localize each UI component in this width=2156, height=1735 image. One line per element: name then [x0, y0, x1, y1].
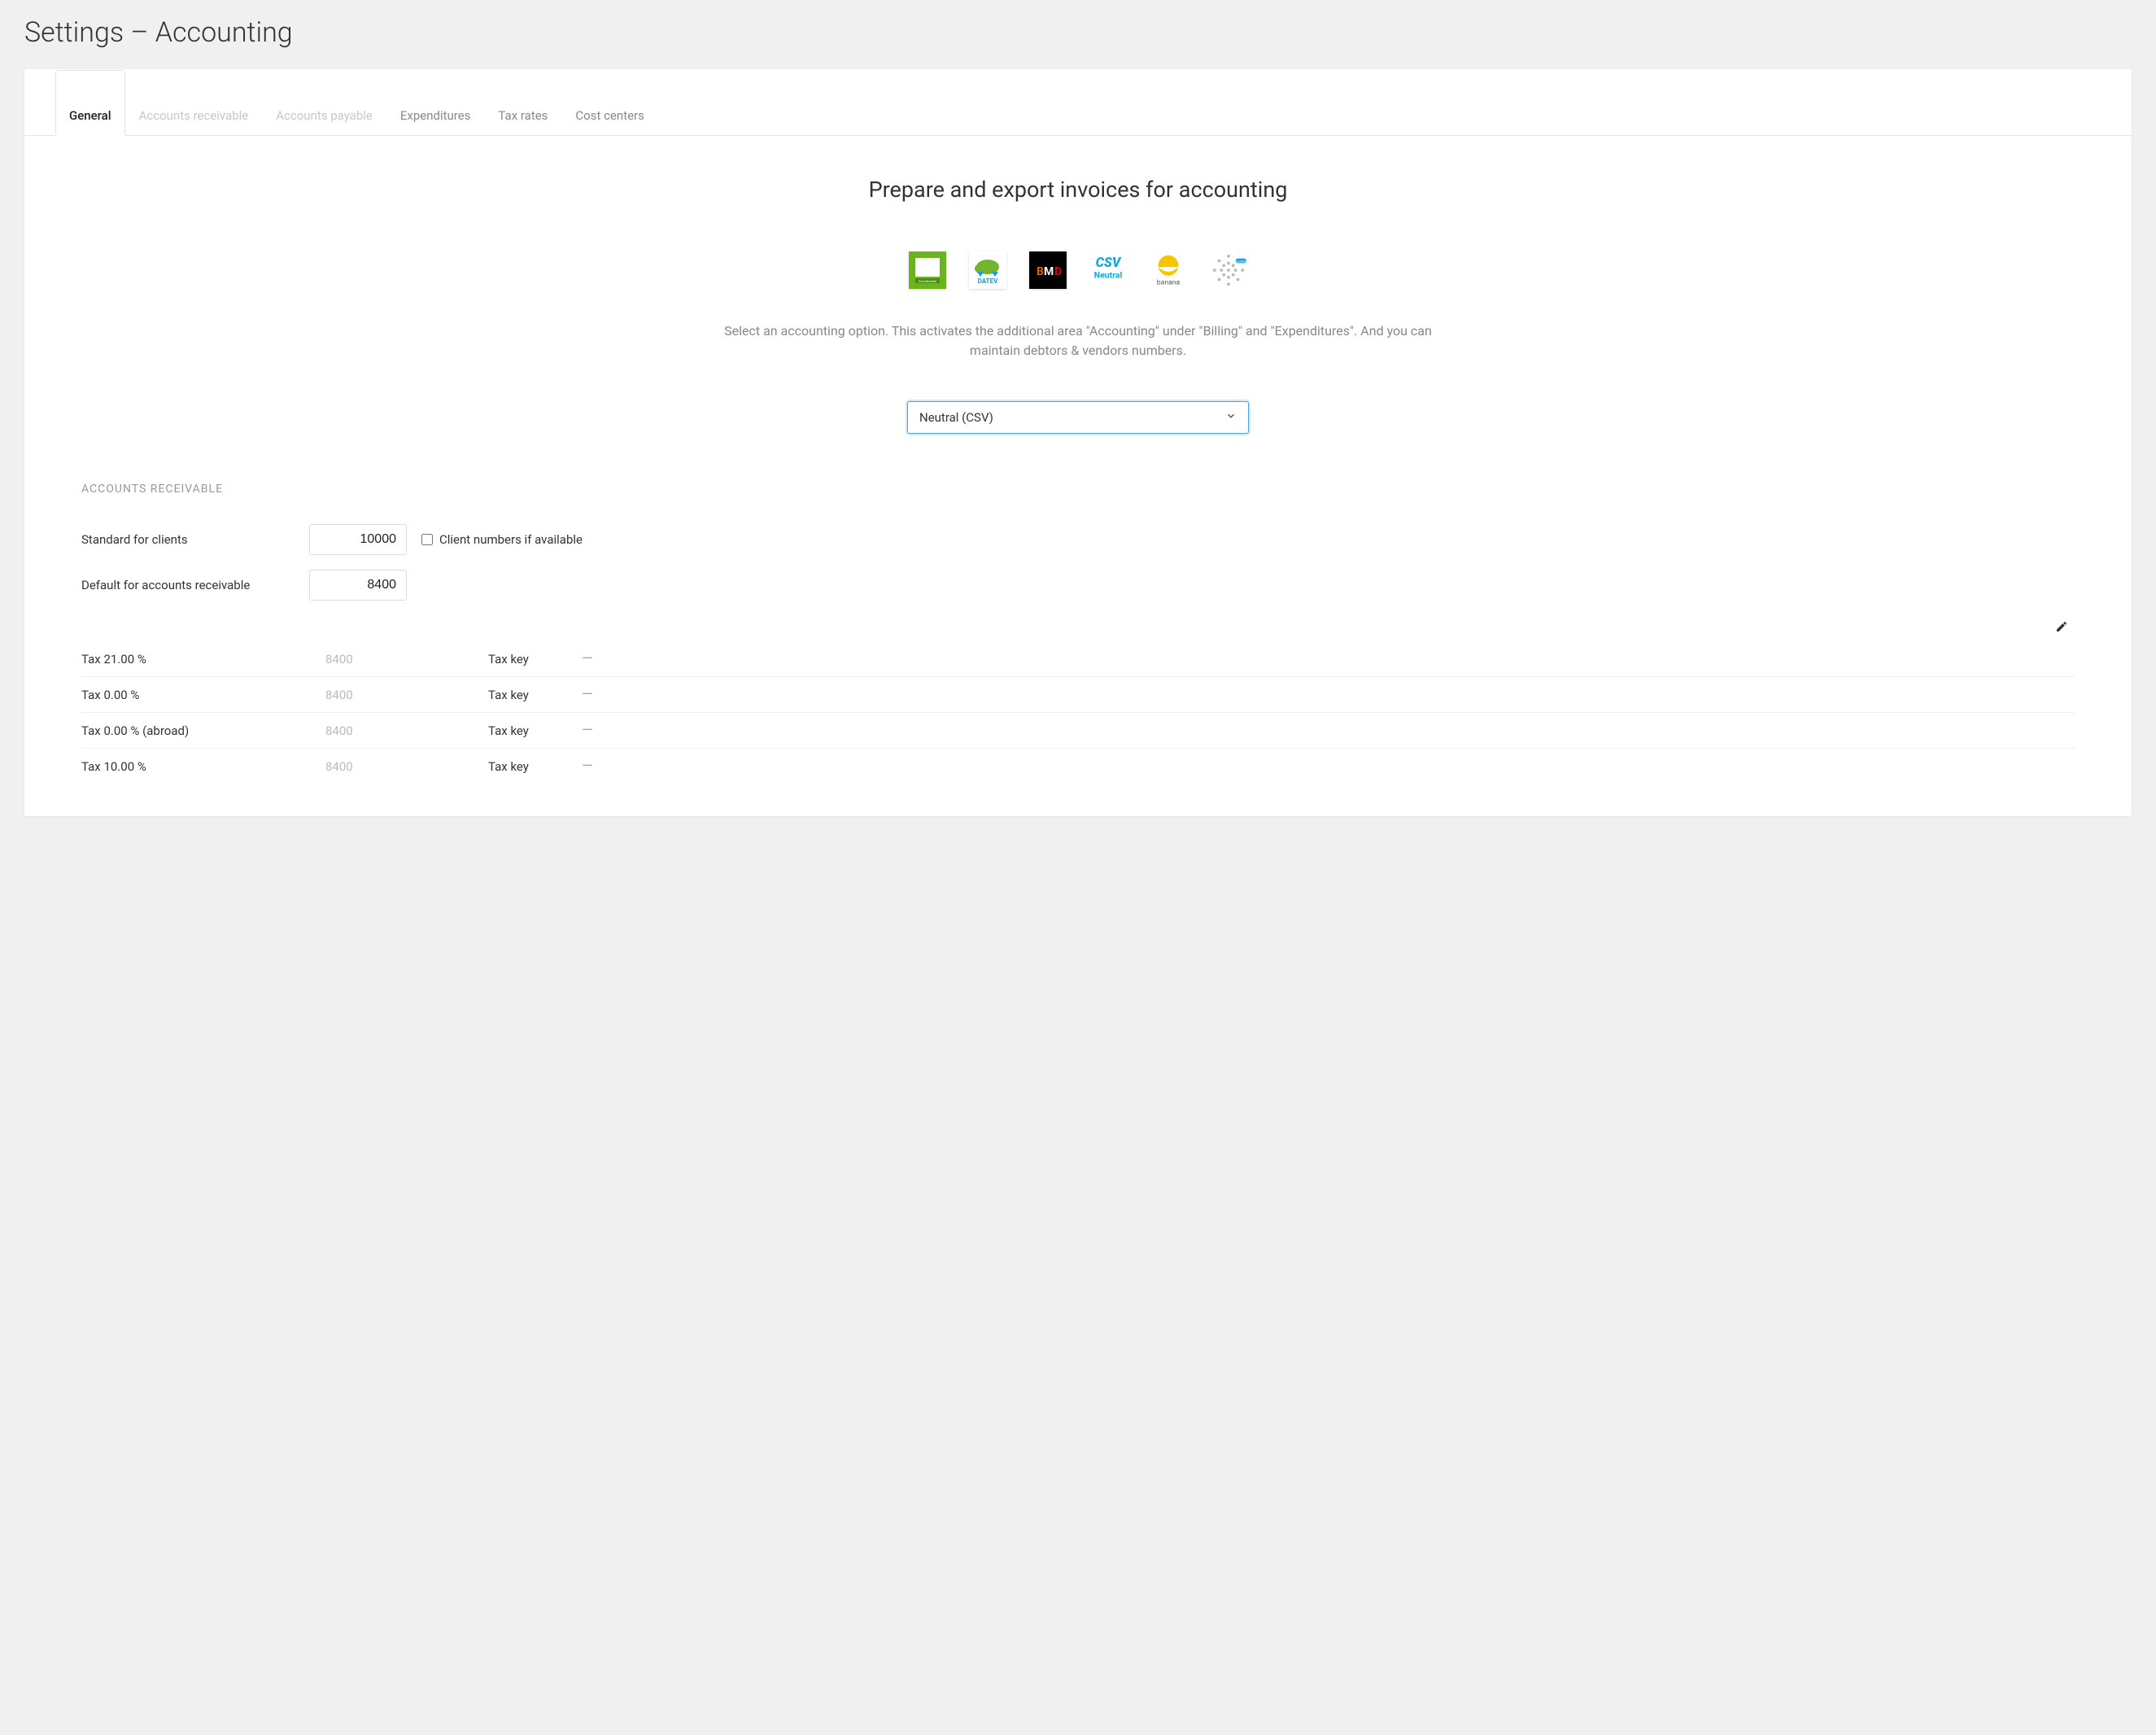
csv-neutral-logo-icon: CSVNeutral: [1089, 251, 1127, 289]
default-ar-input[interactable]: [309, 570, 407, 601]
tax-key-value: —: [582, 650, 593, 667]
logo-row: Schnittstelle DATEV BMD CSVNeutral banan…: [724, 251, 1432, 289]
tax-name: Tax 10.00 %: [81, 759, 325, 774]
help-text: Select an accounting option. This activa…: [724, 321, 1432, 361]
datev-cloud-logo-icon: DATEV: [969, 251, 1006, 289]
section-heading: Prepare and export invoices for accounti…: [724, 177, 1432, 203]
svg-text:D: D: [1054, 265, 1062, 278]
svg-text:banana: banana: [1157, 278, 1181, 286]
tax-value: 8400: [325, 652, 488, 666]
svg-text:Neutral: Neutral: [1094, 270, 1123, 281]
page-title: Settings – Accounting: [24, 16, 2132, 49]
tab-expenditures[interactable]: Expenditures: [386, 70, 485, 136]
select-value: Neutral (CSV): [919, 410, 993, 425]
tax-key-label: Tax key: [488, 723, 582, 738]
tab-general[interactable]: General: [55, 70, 125, 136]
tax-value: 8400: [325, 759, 488, 774]
tabs-bar: General Accounts receivable Accounts pay…: [24, 69, 2132, 136]
tax-value: 8400: [325, 723, 488, 738]
edit-icon[interactable]: [2055, 620, 2068, 636]
tab-tax-rates[interactable]: Tax rates: [484, 70, 561, 136]
svg-text:B: B: [1037, 265, 1044, 278]
svg-text:Schnittstelle: Schnittstelle: [919, 279, 936, 283]
tab-cost-centers[interactable]: Cost centers: [561, 70, 657, 136]
tax-key-value: —: [582, 722, 593, 739]
svg-text:CSV: CSV: [1096, 255, 1122, 270]
tax-key-label: Tax key: [488, 759, 582, 774]
svg-text:scoring: scoring: [1236, 259, 1246, 263]
banana-logo-icon: banana: [1150, 251, 1187, 289]
tax-row: Tax 10.00 % 8400 Tax key —: [81, 749, 2075, 784]
tax-value: 8400: [325, 688, 488, 702]
datev-schnittstelle-logo-icon: Schnittstelle: [909, 251, 946, 289]
scoring-logo-icon: scoring: [1210, 251, 1247, 289]
svg-text:DATEV: DATEV: [978, 278, 998, 285]
tax-row: Tax 0.00 % 8400 Tax key —: [81, 677, 2075, 713]
accounting-option-select[interactable]: Neutral (CSV): [907, 401, 1249, 434]
tax-name: Tax 21.00 %: [81, 652, 325, 666]
tax-row: Tax 21.00 % 8400 Tax key —: [81, 641, 2075, 677]
accounts-receivable-section-title: ACCOUNTS RECEIVABLE: [81, 483, 2075, 496]
standard-clients-input[interactable]: [309, 524, 407, 555]
tax-key-value: —: [582, 758, 593, 775]
tax-row: Tax 0.00 % (abroad) 8400 Tax key —: [81, 713, 2075, 749]
tax-name: Tax 0.00 %: [81, 688, 325, 702]
client-numbers-checkbox[interactable]: [421, 534, 433, 545]
chevron-down-icon: [1225, 410, 1237, 425]
default-ar-label: Default for accounts receivable: [81, 578, 309, 592]
tax-key-label: Tax key: [488, 652, 582, 666]
standard-clients-label: Standard for clients: [81, 532, 309, 547]
tax-key-label: Tax key: [488, 688, 582, 702]
client-numbers-checkbox-wrap[interactable]: Client numbers if available: [421, 532, 583, 547]
tax-table: Tax 21.00 % 8400 Tax key — Tax 0.00 % 84…: [81, 641, 2075, 784]
tab-accounts-receivable[interactable]: Accounts receivable: [125, 70, 263, 136]
tax-key-value: —: [582, 686, 593, 703]
client-numbers-label: Client numbers if available: [439, 532, 583, 547]
tab-accounts-payable[interactable]: Accounts payable: [262, 70, 386, 136]
settings-card: General Accounts receivable Accounts pay…: [24, 69, 2132, 816]
bmd-logo-icon: BMD: [1029, 251, 1067, 289]
tax-name: Tax 0.00 % (abroad): [81, 723, 325, 738]
svg-text:M: M: [1044, 265, 1054, 278]
